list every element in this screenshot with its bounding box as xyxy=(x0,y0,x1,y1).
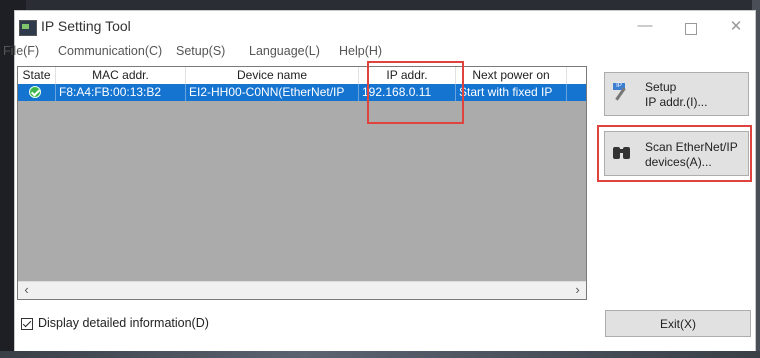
menu-setup[interactable]: Setup(S) xyxy=(176,44,225,58)
close-button[interactable]: ✕ xyxy=(721,17,751,35)
state-ok-icon xyxy=(29,86,41,98)
setup-ip-button[interactable]: IP Setup IP addr.(I)... xyxy=(604,72,749,116)
title-bar[interactable]: IP Setting Tool — ✕ xyxy=(15,11,755,41)
table-row[interactable]: F8:A4:FB:00:13:B2 EI2-HH00-C0NN(EtherNet… xyxy=(18,84,586,101)
col-device-name[interactable]: Device name xyxy=(186,67,359,84)
scroll-right-icon[interactable]: › xyxy=(569,282,586,299)
scroll-left-icon[interactable]: ‹ xyxy=(18,282,35,299)
menu-language[interactable]: Language(L) xyxy=(249,44,320,58)
app-icon xyxy=(19,20,37,36)
device-list[interactable]: State MAC addr. Device name IP addr. Nex… xyxy=(17,66,587,300)
col-mac[interactable]: MAC addr. xyxy=(56,67,186,84)
setup-ip-icon: IP xyxy=(613,83,635,103)
desktop-top-edge xyxy=(0,0,760,10)
horizontal-scrollbar[interactable]: ‹ › xyxy=(18,281,586,299)
scan-highlight-box xyxy=(597,125,752,182)
col-next-power[interactable]: Next power on xyxy=(456,67,567,84)
ip-highlight-box xyxy=(367,61,464,124)
state-cell xyxy=(18,84,56,101)
detail-checkbox-label[interactable]: Display detailed information(D) xyxy=(38,316,209,330)
window-title: IP Setting Tool xyxy=(41,18,131,34)
exit-label: Exit(X) xyxy=(660,317,696,331)
detail-checkbox[interactable] xyxy=(21,318,33,330)
exit-button[interactable]: Exit(X) xyxy=(605,310,751,337)
mac-cell: F8:A4:FB:00:13:B2 xyxy=(56,84,186,101)
setup-label-1: Setup xyxy=(645,80,677,94)
desktop-bottom-edge xyxy=(0,351,760,358)
menu-file[interactable]: File(F) xyxy=(3,44,39,58)
device-name-cell: EI2-HH00-C0NN(EtherNet/IP xyxy=(186,84,359,101)
menu-communication[interactable]: Communication(C) xyxy=(58,44,162,58)
list-header: State MAC addr. Device name IP addr. Nex… xyxy=(18,67,586,85)
next-power-cell: Start with fixed IP xyxy=(456,84,567,101)
setup-label-2: IP addr.(I)... xyxy=(645,95,708,109)
menu-bar: File(F) Communication(C) Setup(S) Langua… xyxy=(3,41,755,63)
col-state[interactable]: State xyxy=(18,67,56,84)
minimize-button[interactable]: — xyxy=(630,17,660,34)
menu-help[interactable]: Help(H) xyxy=(339,44,382,58)
maximize-button[interactable] xyxy=(685,23,697,35)
